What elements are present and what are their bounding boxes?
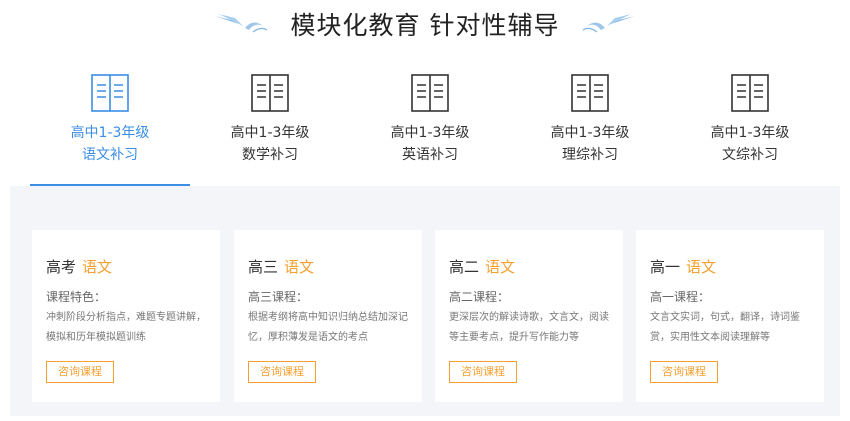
tab-subject-label: 文综补习 — [722, 147, 778, 163]
card-description: 冲刺阶段分析指点，难题专题讲解，模拟和历年模拟题训练 — [46, 312, 206, 343]
card-subtitle: 课程特色： — [46, 290, 107, 304]
tab-grade-label: 高中1-3年级 — [710, 125, 790, 141]
book-icon — [91, 74, 129, 112]
tab-subject-label: 英语补习 — [402, 147, 458, 163]
tab-grade-label: 高中1-3年级 — [70, 125, 150, 141]
tab-science[interactable]: 高中1-3年级 理综补习 — [510, 64, 670, 186]
consult-course-button[interactable]: 咨询课程 — [248, 361, 316, 383]
section-header: 模块化教育 针对性辅导 — [0, 0, 850, 48]
course-card-grade10: 高一 语文 高一课程： 文言文实词，句式，翻译，诗词鉴赏，实用性文本阅读理解等 咨… — [636, 230, 824, 402]
card-title: 高二 语文 — [449, 256, 515, 277]
tab-subject-label: 语文补习 — [82, 147, 138, 163]
card-title: 高一 语文 — [650, 256, 716, 277]
tab-grade-label: 高中1-3年级 — [550, 125, 630, 141]
card-subtitle: 高二课程： — [449, 290, 510, 304]
tab-chinese[interactable]: 高中1-3年级 语文补习 — [30, 64, 190, 186]
right-wing-icon — [581, 12, 637, 36]
tab-humanities[interactable]: 高中1-3年级 文综补习 — [670, 64, 830, 186]
card-subject: 语文 — [284, 258, 315, 276]
card-subject: 语文 — [686, 258, 717, 276]
consult-course-button[interactable]: 咨询课程 — [46, 361, 114, 383]
consult-course-button[interactable]: 咨询课程 — [650, 361, 718, 383]
section-title: 模块化教育 针对性辅导 — [290, 11, 560, 40]
subject-tabs: 高中1-3年级 语文补习 高中1-3年级 数学补习 高中1-3年级 英语补习 高… — [30, 64, 830, 186]
tab-english[interactable]: 高中1-3年级 英语补习 — [350, 64, 510, 186]
card-subject: 语文 — [82, 258, 113, 276]
book-icon — [731, 74, 769, 112]
card-description: 更深层次的解读诗歌，文言文，阅读等主要考点，提升写作能力等 — [449, 312, 609, 343]
card-grade: 高一 — [650, 258, 681, 276]
book-icon — [571, 74, 609, 112]
book-icon — [411, 74, 449, 112]
card-grade: 高二 — [449, 258, 480, 276]
left-wing-icon — [213, 12, 269, 36]
card-title: 高考 语文 — [46, 256, 112, 277]
course-card-gaokao: 高考 语文 课程特色： 冲刺阶段分析指点，难题专题讲解，模拟和历年模拟题训练 咨询… — [32, 230, 220, 402]
card-grade: 高考 — [46, 258, 77, 276]
card-subtitle: 高一课程： — [650, 290, 711, 304]
book-icon — [251, 74, 289, 112]
course-card-grade12: 高三 语文 高三课程： 根据考纲将高中知识归纳总结加深记忆，厚积薄发是语文的考点 … — [234, 230, 422, 402]
card-description: 根据考纲将高中知识归纳总结加深记忆，厚积薄发是语文的考点 — [248, 312, 408, 343]
card-subject: 语文 — [485, 258, 516, 276]
tab-subject-label: 理综补习 — [562, 147, 618, 163]
tab-subject-label: 数学补习 — [242, 147, 298, 163]
tab-grade-label: 高中1-3年级 — [230, 125, 310, 141]
card-description: 文言文实词，句式，翻译，诗词鉴赏，实用性文本阅读理解等 — [650, 312, 800, 343]
course-card-grade11: 高二 语文 高二课程： 更深层次的解读诗歌，文言文，阅读等主要考点，提升写作能力等… — [435, 230, 623, 402]
card-grade: 高三 — [248, 258, 279, 276]
course-panel: 高考 语文 课程特色： 冲刺阶段分析指点，难题专题讲解，模拟和历年模拟题训练 咨询… — [10, 186, 840, 416]
card-subtitle: 高三课程： — [248, 290, 309, 304]
tab-math[interactable]: 高中1-3年级 数学补习 — [190, 64, 350, 186]
consult-course-button[interactable]: 咨询课程 — [449, 361, 517, 383]
card-title: 高三 语文 — [248, 256, 314, 277]
tab-grade-label: 高中1-3年级 — [390, 125, 470, 141]
